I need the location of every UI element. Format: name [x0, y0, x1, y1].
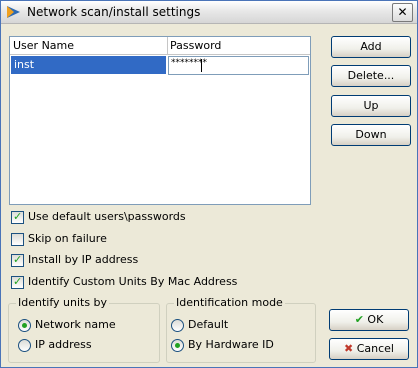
password-edit-field[interactable]: ******** — [168, 56, 309, 75]
close-button[interactable]: ✕ — [392, 3, 413, 22]
radio-network-name-label: Network name — [35, 318, 116, 331]
ok-button[interactable]: ✔ OK — [329, 309, 409, 331]
cancel-label: Cancel — [356, 342, 394, 355]
skip-on-failure-label: Skip on failure — [28, 232, 107, 245]
checkmark-icon: ✓ — [13, 210, 23, 223]
use-default-label: Use default users\passwords — [28, 210, 186, 223]
checkbox-box[interactable]: ✓ — [11, 210, 24, 224]
radio-circle[interactable] — [18, 319, 31, 332]
identification-mode-title: Identification mode — [174, 296, 285, 309]
column-header-password[interactable]: Password — [170, 39, 221, 52]
install-by-ip-label: Install by IP address — [28, 253, 139, 266]
add-button[interactable]: Add — [331, 36, 411, 58]
delete-button[interactable]: Delete... — [331, 65, 411, 87]
identify-custom-label: Identify Custom Units By Mac Address — [28, 275, 238, 288]
checkmark-icon: ✓ — [13, 253, 23, 266]
radio-ip-address-label: IP address — [35, 338, 92, 351]
checkbox-box[interactable]: ✓ — [11, 275, 24, 289]
checkmark-icon: ✓ — [13, 275, 23, 288]
title-bar[interactable]: Network scan/install settings ✕ — [1, 1, 417, 24]
users-grid[interactable]: User Name Password inst ******** — [9, 36, 311, 205]
radio-circle[interactable] — [171, 319, 184, 332]
ok-label: OK — [367, 313, 384, 326]
cancel-x-icon: ✖ — [344, 342, 354, 355]
up-button[interactable]: Up — [331, 95, 411, 117]
text-caret — [201, 59, 202, 72]
column-header-user-name[interactable]: User Name — [13, 39, 74, 52]
window-title: Network scan/install settings — [27, 5, 201, 19]
identify-units-by-group: Identify units by Network name IP addres… — [8, 296, 160, 363]
checkmark-icon: ✔ — [354, 313, 364, 326]
app-icon — [7, 6, 20, 18]
column-divider[interactable] — [167, 37, 168, 54]
grid-header: User Name Password — [10, 37, 310, 55]
radio-default-label: Default — [188, 318, 229, 331]
radio-circle[interactable] — [18, 339, 31, 352]
identification-mode-group: Identification mode Default By Hardware … — [166, 296, 316, 363]
table-row[interactable]: inst — [11, 56, 166, 74]
user-name-cell[interactable]: inst — [14, 58, 34, 71]
down-button[interactable]: Down — [331, 124, 411, 146]
radio-by-hardware-id-label: By Hardware ID — [188, 338, 274, 351]
checkbox-box[interactable]: ✓ — [11, 253, 24, 267]
checkbox-box[interactable] — [11, 233, 24, 246]
radio-selected-dot — [22, 323, 27, 328]
cancel-button[interactable]: ✖ Cancel — [329, 338, 409, 360]
radio-circle[interactable] — [171, 339, 184, 352]
identify-units-by-title: Identify units by — [16, 296, 110, 309]
radio-selected-dot — [175, 343, 180, 348]
dialog-window: Network scan/install settings ✕ User Nam… — [0, 0, 418, 368]
